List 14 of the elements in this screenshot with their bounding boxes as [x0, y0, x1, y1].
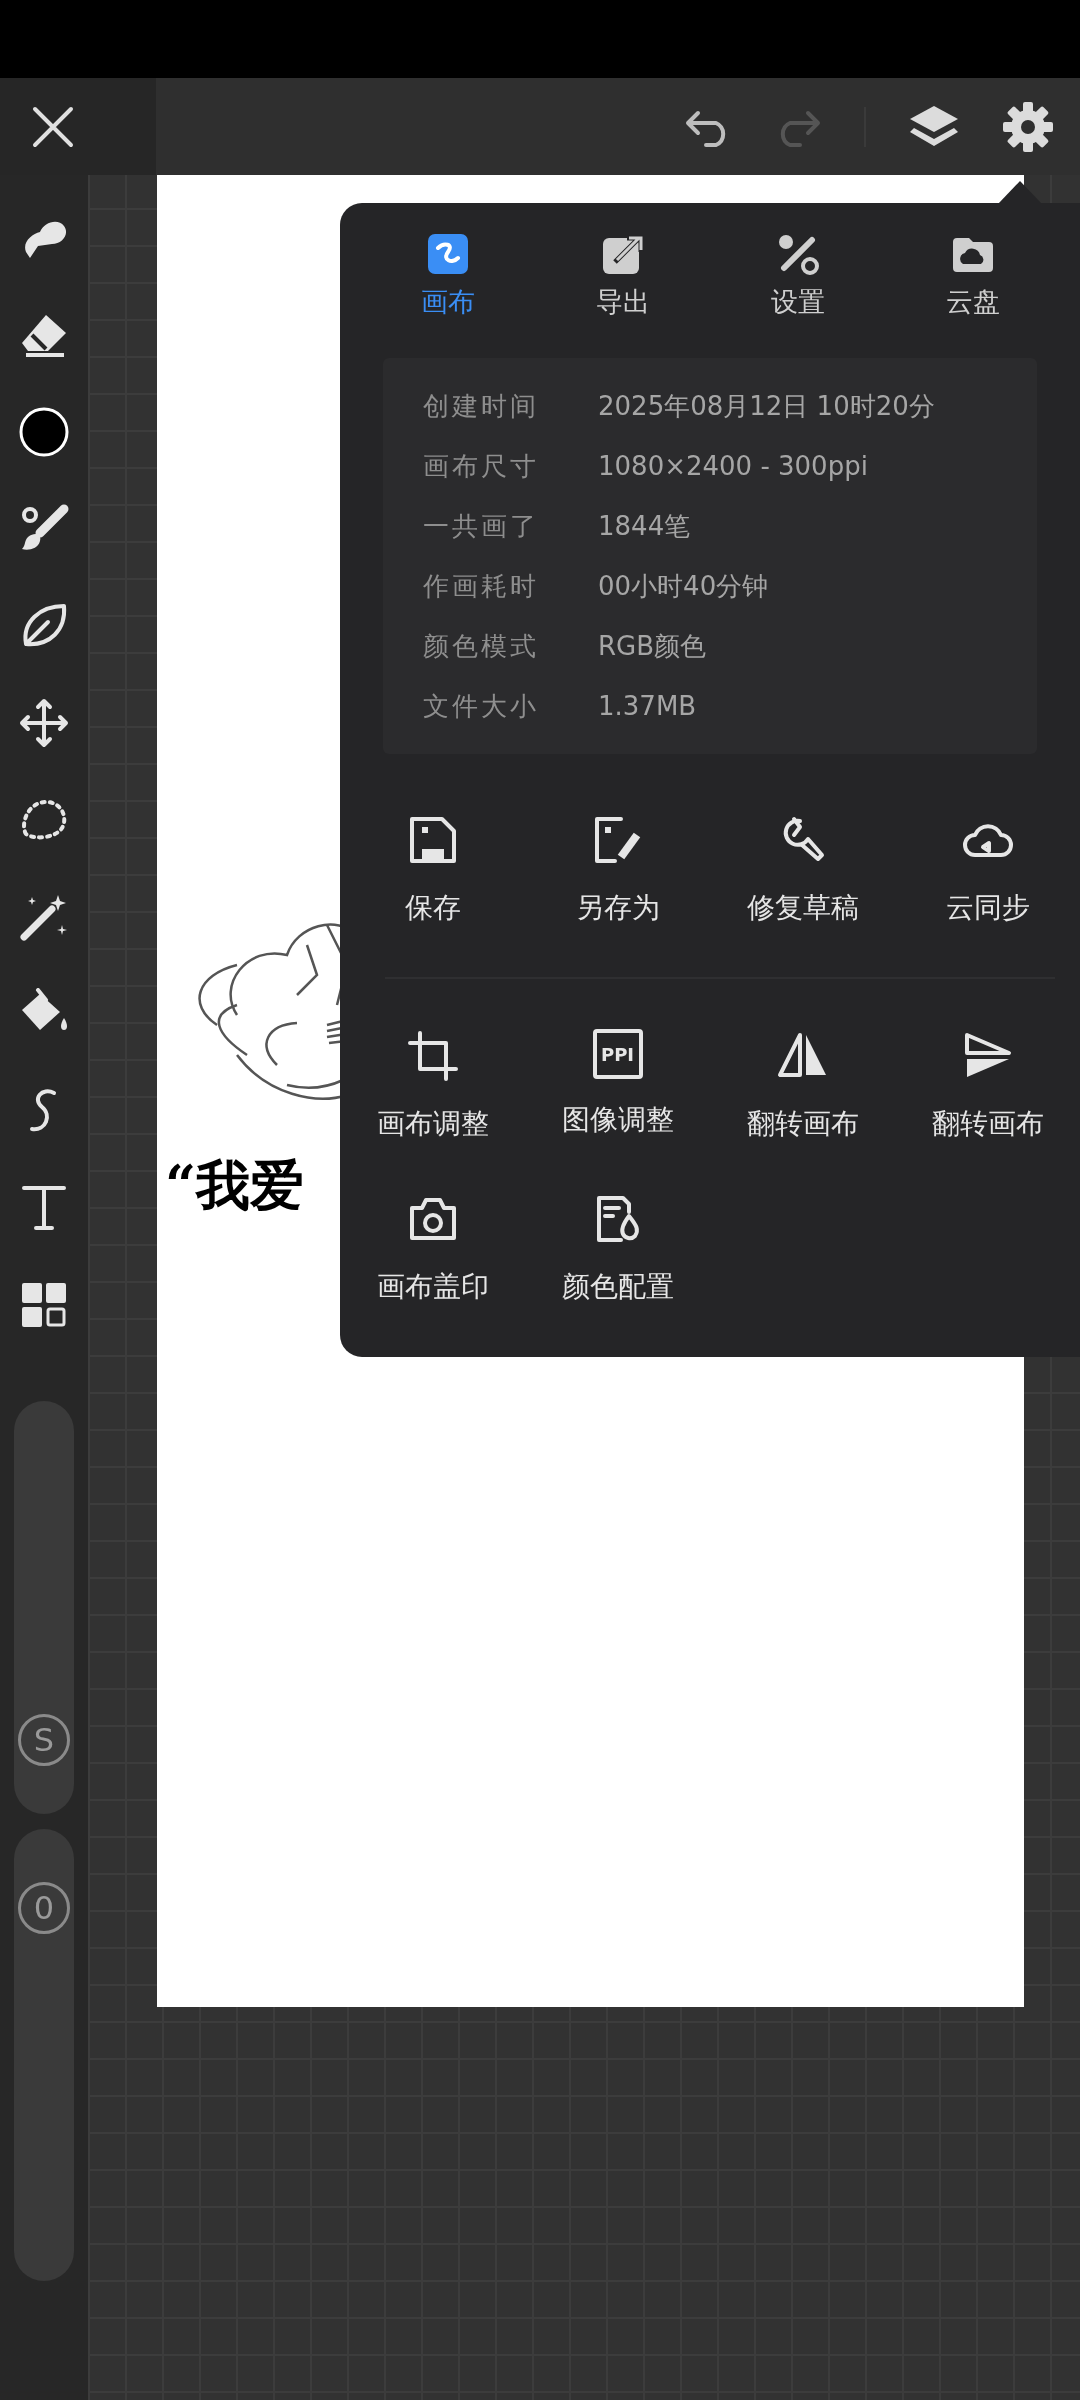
info-value: 00小时40分钟	[598, 569, 769, 603]
info-value: 1844笔	[598, 509, 691, 543]
calligraphy-text: “我爱	[165, 1152, 305, 1219]
info-label: 画布尺寸	[423, 449, 540, 483]
info-label: 作画耗时	[423, 569, 540, 603]
info-label: 创建时间	[423, 389, 540, 423]
info-label: 文件大小	[423, 689, 540, 723]
info-value: 1.37MB	[598, 691, 697, 721]
info-label: 颜色模式	[423, 629, 540, 663]
info-value: RGB颜色	[598, 629, 707, 663]
info-value: 2025年08月12日 10时20分	[598, 389, 935, 423]
info-value: 1080×2400 - 300ppi	[598, 451, 868, 481]
ppi-icon: PPI	[592, 1029, 643, 1079]
info-label: 一共画了	[423, 509, 540, 543]
